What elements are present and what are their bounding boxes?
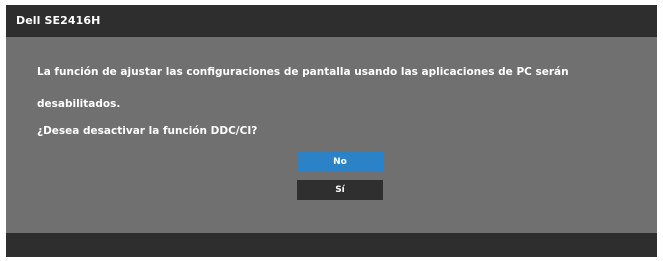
- osd-dialog: Dell SE2416H La función de ajustar las c…: [6, 5, 657, 257]
- question-text: ¿Desea desactivar la función DDC/CI?: [37, 125, 258, 137]
- yes-button[interactable]: Sí: [297, 180, 383, 200]
- osd-header: Dell SE2416H: [6, 5, 657, 37]
- monitor-model-title: Dell SE2416H: [16, 14, 101, 27]
- osd-footer: [6, 233, 657, 257]
- message-line-2: desabilitados.: [37, 98, 121, 110]
- message-line-1: La función de ajustar las configuracione…: [37, 66, 569, 78]
- no-button[interactable]: No: [297, 152, 383, 172]
- osd-body: La función de ajustar las configuracione…: [6, 37, 657, 233]
